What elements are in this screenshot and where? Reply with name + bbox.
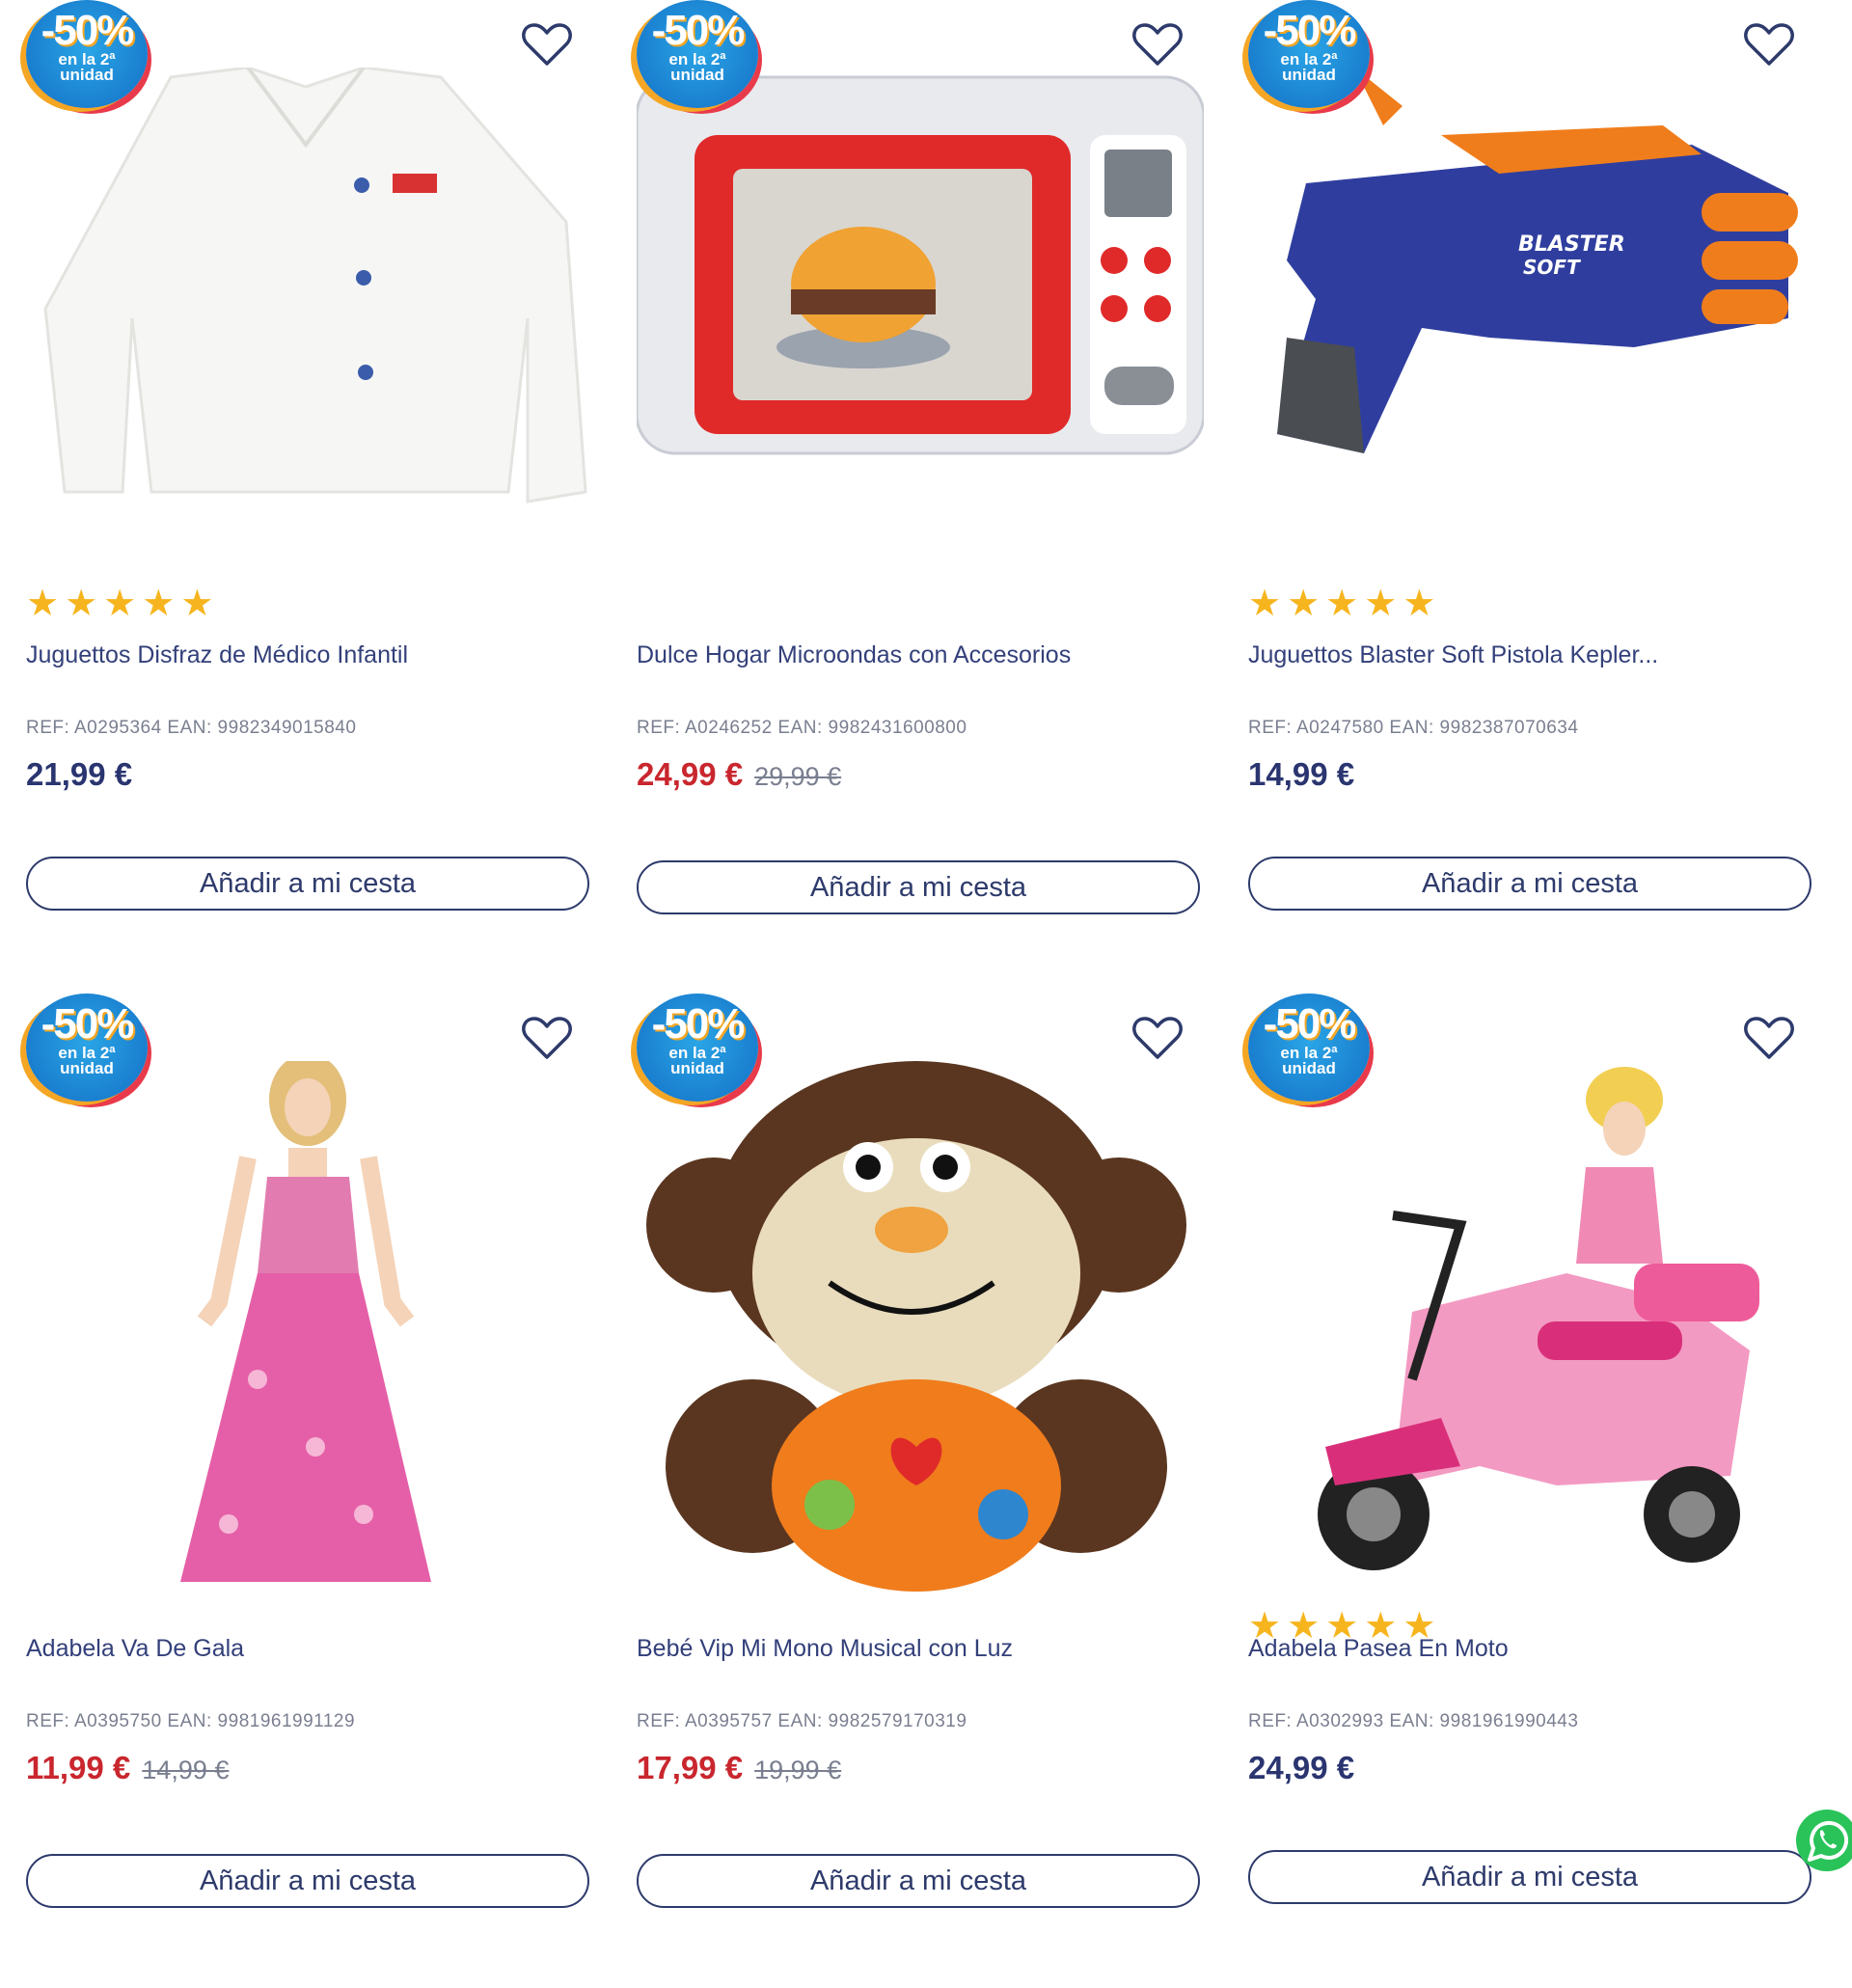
star-icon: ★ [1403, 584, 1436, 624]
star-icon: ★ [142, 584, 176, 624]
add-to-cart-button[interactable]: Añadir a mi cesta [637, 1854, 1200, 1908]
product-ref: REF: A0302993 EAN: 9981961990443 [1248, 1711, 1579, 1731]
old-price: 14,99 € [142, 1756, 230, 1784]
price-row: 24,99 € [1248, 1750, 1354, 1794]
whatsapp-icon[interactable] [1796, 1810, 1852, 1871]
product-name[interactable]: Juguettos Blaster Soft Pistola Kepler... [1248, 637, 1815, 673]
product-ref: REF: A0395757 EAN: 9982579170319 [637, 1711, 967, 1731]
price-row: 21,99 € [26, 756, 132, 801]
add-to-cart-button[interactable]: Añadir a mi cesta [1248, 857, 1811, 911]
product-image-area[interactable]: -50% en la 2ª unidad [637, 994, 1204, 1592]
product-image-area[interactable]: -50% en la 2ª unidad [635, 0, 1206, 540]
star-icon: ★ [65, 584, 98, 624]
product-card[interactable]: -50% en la 2ª unidad ★ ★ ★ ★ ★ Adabela Pasea… [1248, 994, 1815, 1958]
star-icon: ★ [180, 584, 214, 624]
favorite-heart-icon[interactable] [1130, 17, 1185, 71]
product-image-area[interactable]: -50% en la 2ª unidad [1248, 994, 1815, 1570]
product-card[interactable]: -50% en la 2ª unidad Bebé Vip Mi Mono Mu… [637, 994, 1204, 1958]
plush-monkey-image[interactable] [637, 1061, 1204, 1592]
product-grid: -50% en la 2ª unidad ★ ★ ★ ★ ★ Juguettos Dis… [0, 0, 1852, 1988]
product-price: 11,99 € [26, 1750, 131, 1785]
old-price: 29,99 € [754, 762, 842, 791]
product-card[interactable]: -50% en la 2ª unidad Dulce Hogar Microon… [635, 0, 1206, 965]
favorite-heart-icon[interactable] [1742, 17, 1796, 71]
product-name[interactable]: Juguettos Disfraz de Médico Infantil [26, 637, 593, 673]
star-icon: ★ [103, 584, 137, 624]
discount-badge: -50% en la 2ª unidad [26, 0, 148, 108]
product-price: 14,99 € [1248, 756, 1355, 792]
product-name[interactable]: Adabela Va De Gala [26, 1630, 593, 1667]
product-name[interactable]: Dulce Hogar Microondas con Accesorios [637, 637, 1204, 673]
product-price: 21,99 € [26, 756, 133, 792]
price-row: 24,99 € 29,99 € [637, 756, 841, 801]
product-price: 17,99 € [637, 1750, 744, 1785]
star-icon: ★ [1325, 584, 1359, 624]
add-to-cart-button[interactable]: Añadir a mi cesta [637, 860, 1200, 914]
product-ref: REF: A0295364 EAN: 9982349015840 [26, 718, 357, 738]
product-image-area[interactable]: -50% en la 2ª unidad [26, 0, 593, 540]
price-row: 17,99 € 19,99 € [637, 1750, 841, 1794]
product-price: 24,99 € [1248, 1750, 1355, 1785]
product-name[interactable]: Adabela Pasea En Moto [1248, 1630, 1815, 1667]
discount-badge: -50% en la 2ª unidad [1248, 0, 1370, 108]
star-icon: ★ [1364, 584, 1398, 624]
discount-badge: -50% en la 2ª unidad [637, 0, 758, 108]
star-icon: ★ [26, 584, 60, 624]
product-card[interactable]: -50% en la 2ª unidad ★ ★ ★ ★ ★ Juguettos Dis… [26, 0, 593, 965]
product-card[interactable]: BLASTER SOFT -50% en la 2ª unidad ★ ★ ★ ★ ★ … [1248, 0, 1815, 965]
product-card[interactable]: -50% en la 2ª unidad Adabela Va De Gala … [26, 994, 593, 1958]
product-image-area[interactable]: BLASTER SOFT -50% en la 2ª unidad [1248, 0, 1815, 540]
favorite-heart-icon[interactable] [1130, 1011, 1185, 1065]
product-price: 24,99 € [637, 756, 744, 792]
old-price: 19,99 € [754, 1756, 842, 1784]
add-to-cart-button[interactable]: Añadir a mi cesta [26, 857, 589, 911]
product-image-area[interactable]: -50% en la 2ª unidad [26, 994, 593, 1582]
doll-scooter-image[interactable] [1248, 1061, 1815, 1570]
product-ref: REF: A0246252 EAN: 9982431600800 [637, 718, 967, 738]
favorite-heart-icon[interactable] [520, 17, 574, 71]
blaster-gun-image[interactable]: BLASTER SOFT [1248, 68, 1815, 521]
product-name[interactable]: Bebé Vip Mi Mono Musical con Luz [637, 1630, 1204, 1667]
rating-stars: ★ ★ ★ ★ ★ [1248, 585, 1435, 623]
discount-badge: -50% en la 2ª unidad [26, 994, 148, 1102]
price-row: 11,99 € 14,99 € [26, 1750, 229, 1794]
doll-gown-image[interactable] [26, 1053, 593, 1582]
toy-microwave-image[interactable] [635, 68, 1206, 521]
add-to-cart-button[interactable]: Añadir a mi cesta [1248, 1850, 1811, 1904]
doctor-coat-image[interactable] [26, 66, 593, 521]
discount-badge: -50% en la 2ª unidad [637, 994, 758, 1102]
svg-text:SOFT: SOFT [1523, 256, 1581, 279]
add-to-cart-button[interactable]: Añadir a mi cesta [26, 1854, 589, 1908]
svg-text:BLASTER: BLASTER [1518, 232, 1625, 257]
price-row: 14,99 € [1248, 756, 1354, 801]
favorite-heart-icon[interactable] [520, 1011, 574, 1065]
discount-badge: -50% en la 2ª unidad [1248, 994, 1370, 1102]
star-icon: ★ [1248, 584, 1282, 624]
favorite-heart-icon[interactable] [1742, 1011, 1796, 1065]
product-ref: REF: A0247580 EAN: 9982387070634 [1248, 718, 1579, 738]
rating-stars: ★ ★ ★ ★ ★ [26, 585, 213, 623]
product-ref: REF: A0395750 EAN: 9981961991129 [26, 1711, 356, 1731]
star-icon: ★ [1287, 584, 1321, 624]
